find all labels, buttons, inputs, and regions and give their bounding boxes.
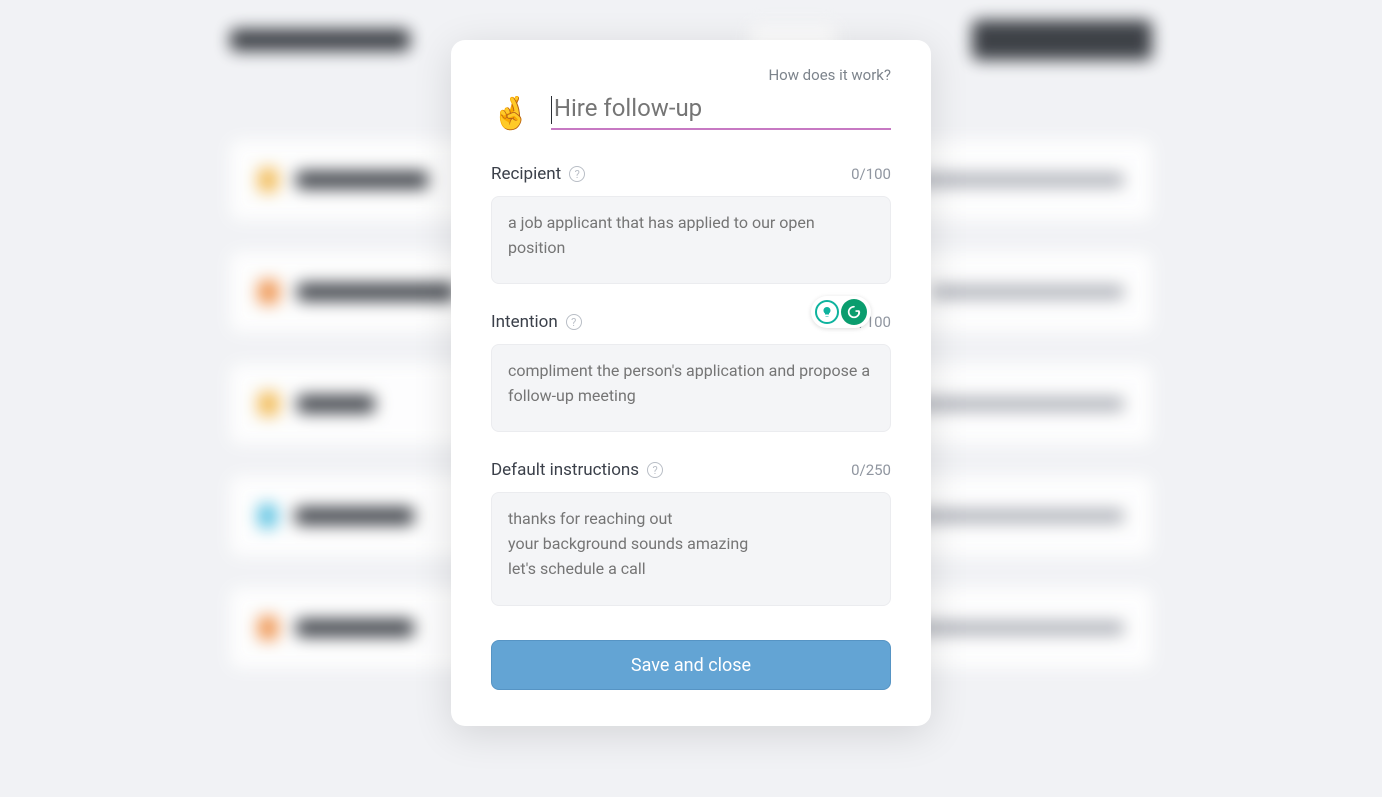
template-emoji-icon[interactable]: 🤞: [491, 97, 531, 129]
recipient-counter: 0/100: [851, 165, 891, 183]
instructions-label: Default instructions: [491, 460, 639, 480]
instructions-input[interactable]: [491, 492, 891, 606]
instructions-field: Default instructions ? 0/250: [491, 460, 891, 610]
grammarly-logo-icon[interactable]: [841, 299, 867, 325]
intention-input[interactable]: [491, 344, 891, 432]
recipient-input[interactable]: [491, 196, 891, 284]
instructions-counter: 0/250: [851, 461, 891, 479]
help-icon[interactable]: ?: [647, 462, 663, 478]
help-icon[interactable]: ?: [569, 166, 585, 182]
intention-field: Intention ? 0/100: [491, 312, 891, 436]
template-editor-modal: How does it work? 🤞 Recipient ? 0/100 In…: [451, 40, 931, 726]
title-row: 🤞: [491, 94, 891, 130]
recipient-field: Recipient ? 0/100: [491, 164, 891, 288]
recipient-label: Recipient: [491, 164, 561, 184]
save-and-close-button[interactable]: Save and close: [491, 640, 891, 690]
grammarly-widget[interactable]: [811, 296, 871, 328]
intention-label: Intention: [491, 312, 558, 332]
template-title-input[interactable]: [551, 94, 891, 122]
suggestion-bulb-icon[interactable]: [815, 300, 839, 324]
text-caret: [551, 96, 552, 124]
help-icon[interactable]: ?: [566, 314, 582, 330]
how-it-works-link[interactable]: How does it work?: [491, 66, 891, 84]
